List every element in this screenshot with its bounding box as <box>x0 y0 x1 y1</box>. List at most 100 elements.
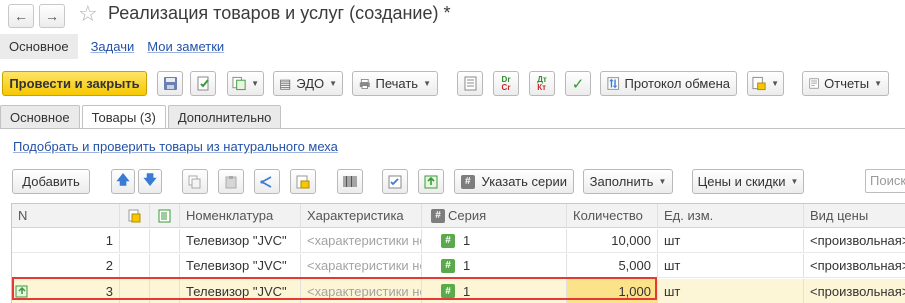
nav-notes-link[interactable]: Мои заметки <box>147 39 224 54</box>
forward-button[interactable]: → <box>39 4 65 28</box>
price-type-cell[interactable]: <произвольная> <box>804 279 905 303</box>
table-row-selected[interactable]: 3 Телевизор "JVC" <характеристики не исп… <box>12 279 905 303</box>
attachment-cell <box>120 279 150 303</box>
exchange-protocol-button[interactable]: Протокол обмена <box>600 71 737 96</box>
floppy-disk-icon <box>163 77 177 90</box>
list-document-icon <box>464 76 476 91</box>
edo-button[interactable]: ▤ ЭДО ▼ <box>273 71 343 96</box>
star-icon[interactable]: ☆ <box>78 1 98 27</box>
characteristic-cell[interactable]: <характеристики не используются> <box>301 229 422 252</box>
quantity-cell[interactable]: 10,000 <box>567 229 658 252</box>
search-input[interactable]: Поиск (Ctrl+F) <box>865 169 905 193</box>
reports-icon <box>809 78 819 89</box>
nav-tasks-link[interactable]: Задачи <box>91 39 135 54</box>
unit-cell[interactable]: шт <box>658 254 804 277</box>
checkmark-icon: ✓ <box>571 75 585 93</box>
dt-cr-button[interactable]: Dr Cr <box>493 71 519 96</box>
move-down-button[interactable]: 🡇 <box>138 169 162 194</box>
unit-cell[interactable]: шт <box>658 279 804 303</box>
barcode-icon <box>343 176 357 187</box>
tab-additional[interactable]: Дополнительно <box>167 105 282 129</box>
col-header-attachment[interactable] <box>120 204 150 227</box>
tab-divider <box>0 128 905 129</box>
split-row-button[interactable] <box>254 169 280 194</box>
back-button[interactable]: ← <box>8 4 34 28</box>
post-and-close-button[interactable]: Провести и закрыть <box>2 71 147 96</box>
fill-button[interactable]: Заполнить ▼ <box>583 169 673 194</box>
chevron-down-icon: ▼ <box>658 177 667 186</box>
dt-kt-button[interactable]: Дт Кт <box>529 71 555 96</box>
goods-table: N Номенклатура Характеристика # Серия Ко… <box>11 203 905 303</box>
nomenclature-cell[interactable]: Телевизор "JVC" <box>180 279 301 303</box>
quantity-cell-active[interactable]: 1,000 <box>567 279 658 303</box>
dt-cr-icon: Dr Cr <box>501 74 511 92</box>
col-header-marking[interactable] <box>150 204 180 227</box>
row-edit-icon <box>15 285 28 298</box>
create-based-on-button[interactable]: ▼ <box>227 71 264 96</box>
check-goods-button[interactable] <box>382 169 408 194</box>
unit-cell[interactable]: шт <box>658 229 804 252</box>
col-header-n[interactable]: N <box>12 204 120 227</box>
fur-goods-link[interactable]: Подобрать и проверить товары из натураль… <box>13 139 338 154</box>
top-nav: Основное Задачи Мои заметки <box>0 33 224 60</box>
attachment-cell <box>120 254 150 277</box>
price-type-cell[interactable]: <произвольная> <box>804 229 905 252</box>
arrow-down-icon: 🡇 <box>143 171 157 187</box>
dt-kt-icon: Дт Кт <box>537 74 547 92</box>
barcode-button[interactable] <box>337 169 363 194</box>
marking-cell <box>150 229 180 252</box>
marking-cell <box>150 279 180 303</box>
document-journal-button[interactable] <box>457 71 483 96</box>
col-header-quantity[interactable]: Количество <box>567 204 658 227</box>
pick-goods-icon <box>296 175 310 188</box>
nav-main[interactable]: Основное <box>0 34 78 59</box>
quantity-cell[interactable]: 5,000 <box>567 254 658 277</box>
move-up-button[interactable]: 🡅 <box>111 169 135 194</box>
col-header-nomenclature[interactable]: Номенклатура <box>180 204 301 227</box>
specify-series-button[interactable]: # Указать серии <box>454 169 574 194</box>
add-row-button[interactable]: Добавить <box>12 169 90 194</box>
load-goods-button[interactable] <box>418 169 444 194</box>
table-row[interactable]: 1 Телевизор "JVC" <характеристики не исп… <box>12 229 905 253</box>
chevron-down-icon: ▼ <box>874 79 882 88</box>
series-hash-icon: # <box>461 174 475 189</box>
document-structure-icon <box>752 76 766 91</box>
print-button[interactable]: Печать ▼ <box>352 71 438 96</box>
series-hash-icon: # <box>441 233 455 248</box>
characteristic-cell[interactable]: <характеристики не используются> <box>301 254 422 277</box>
series-cell[interactable]: #1 <box>422 279 567 303</box>
prices-discounts-button[interactable]: Цены и скидки ▼ <box>692 169 804 194</box>
characteristic-cell[interactable]: <характеристики не используются> <box>301 279 422 303</box>
col-header-characteristic[interactable]: Характеристика <box>301 204 422 227</box>
col-header-unit[interactable]: Ед. изм. <box>658 204 804 227</box>
row-number: 2 <box>12 254 120 277</box>
form-tabs: Основное Товары (3) Дополнительно <box>0 105 283 129</box>
pick-goods-button[interactable] <box>290 169 316 194</box>
series-cell[interactable]: #1 <box>422 229 567 252</box>
col-header-series[interactable]: # Серия <box>422 204 567 227</box>
row-number: 1 <box>12 229 120 252</box>
edo-icon: ▤ <box>278 76 292 91</box>
price-type-cell[interactable]: <произвольная> <box>804 254 905 277</box>
copy-icon <box>188 175 201 188</box>
attachment-cell <box>120 229 150 252</box>
tab-goods[interactable]: Товары (3) <box>81 105 166 129</box>
tab-main[interactable]: Основное <box>0 105 80 129</box>
post-button[interactable] <box>190 71 216 96</box>
series-cell[interactable]: #1 <box>422 254 567 277</box>
col-header-price-type[interactable]: Вид цены <box>804 204 905 227</box>
hash-icon: # <box>431 208 445 223</box>
checklist-icon <box>388 175 402 188</box>
save-button[interactable] <box>157 71 183 96</box>
chevron-down-icon: ▼ <box>771 79 779 88</box>
reports-button[interactable]: Отчеты ▼ <box>802 71 889 96</box>
structure-button[interactable]: ▼ <box>747 71 784 96</box>
check-button[interactable]: ✓ <box>565 71 591 96</box>
clipboard-icon <box>225 175 237 188</box>
nomenclature-cell[interactable]: Телевизор "JVC" <box>180 254 301 277</box>
delete-row-button[interactable] <box>218 169 244 194</box>
nomenclature-cell[interactable]: Телевизор "JVC" <box>180 229 301 252</box>
table-row[interactable]: 2 Телевизор "JVC" <характеристики не исп… <box>12 254 905 278</box>
series-hash-icon: # <box>441 284 455 298</box>
copy-row-button[interactable] <box>182 169 208 194</box>
